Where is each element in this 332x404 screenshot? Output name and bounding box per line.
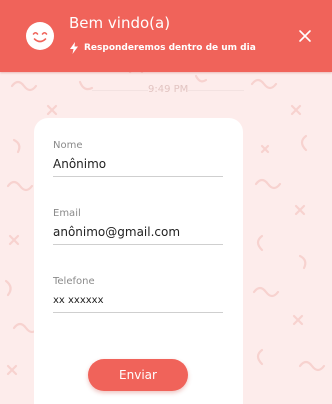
send-button[interactable]: Enviar xyxy=(88,359,188,391)
message-timestamp: 9:49 PM xyxy=(148,83,189,97)
phone-label: Telefone xyxy=(53,276,95,287)
lightning-bolt-icon xyxy=(70,42,78,54)
name-field[interactable]: Nome Anônimo xyxy=(53,139,223,177)
smiley-face-icon xyxy=(26,22,54,50)
phone-field[interactable]: Telefone xx xxxxxx xyxy=(53,275,223,313)
name-input[interactable]: Anônimo xyxy=(53,157,223,177)
close-icon[interactable] xyxy=(298,29,312,43)
name-label: Nome xyxy=(53,140,83,151)
phone-input[interactable]: xx xxxxxx xyxy=(53,293,223,313)
email-label: Email xyxy=(53,208,81,219)
header-title: Bem vindo(a) xyxy=(69,14,171,32)
email-field[interactable]: Email anônimo@gmail.com xyxy=(53,207,223,245)
chat-widget: 9:49 PM Nome Anônimo Email anônimo@gmail… xyxy=(0,0,332,404)
header-subtitle-row: Responderemos dentro de um dia xyxy=(69,41,256,55)
chat-header: Bem vindo(a) Responderemos dentro de um … xyxy=(0,0,332,72)
email-input[interactable]: anônimo@gmail.com xyxy=(53,225,223,245)
header-subtitle: Responderemos dentro de um dia xyxy=(84,43,256,53)
